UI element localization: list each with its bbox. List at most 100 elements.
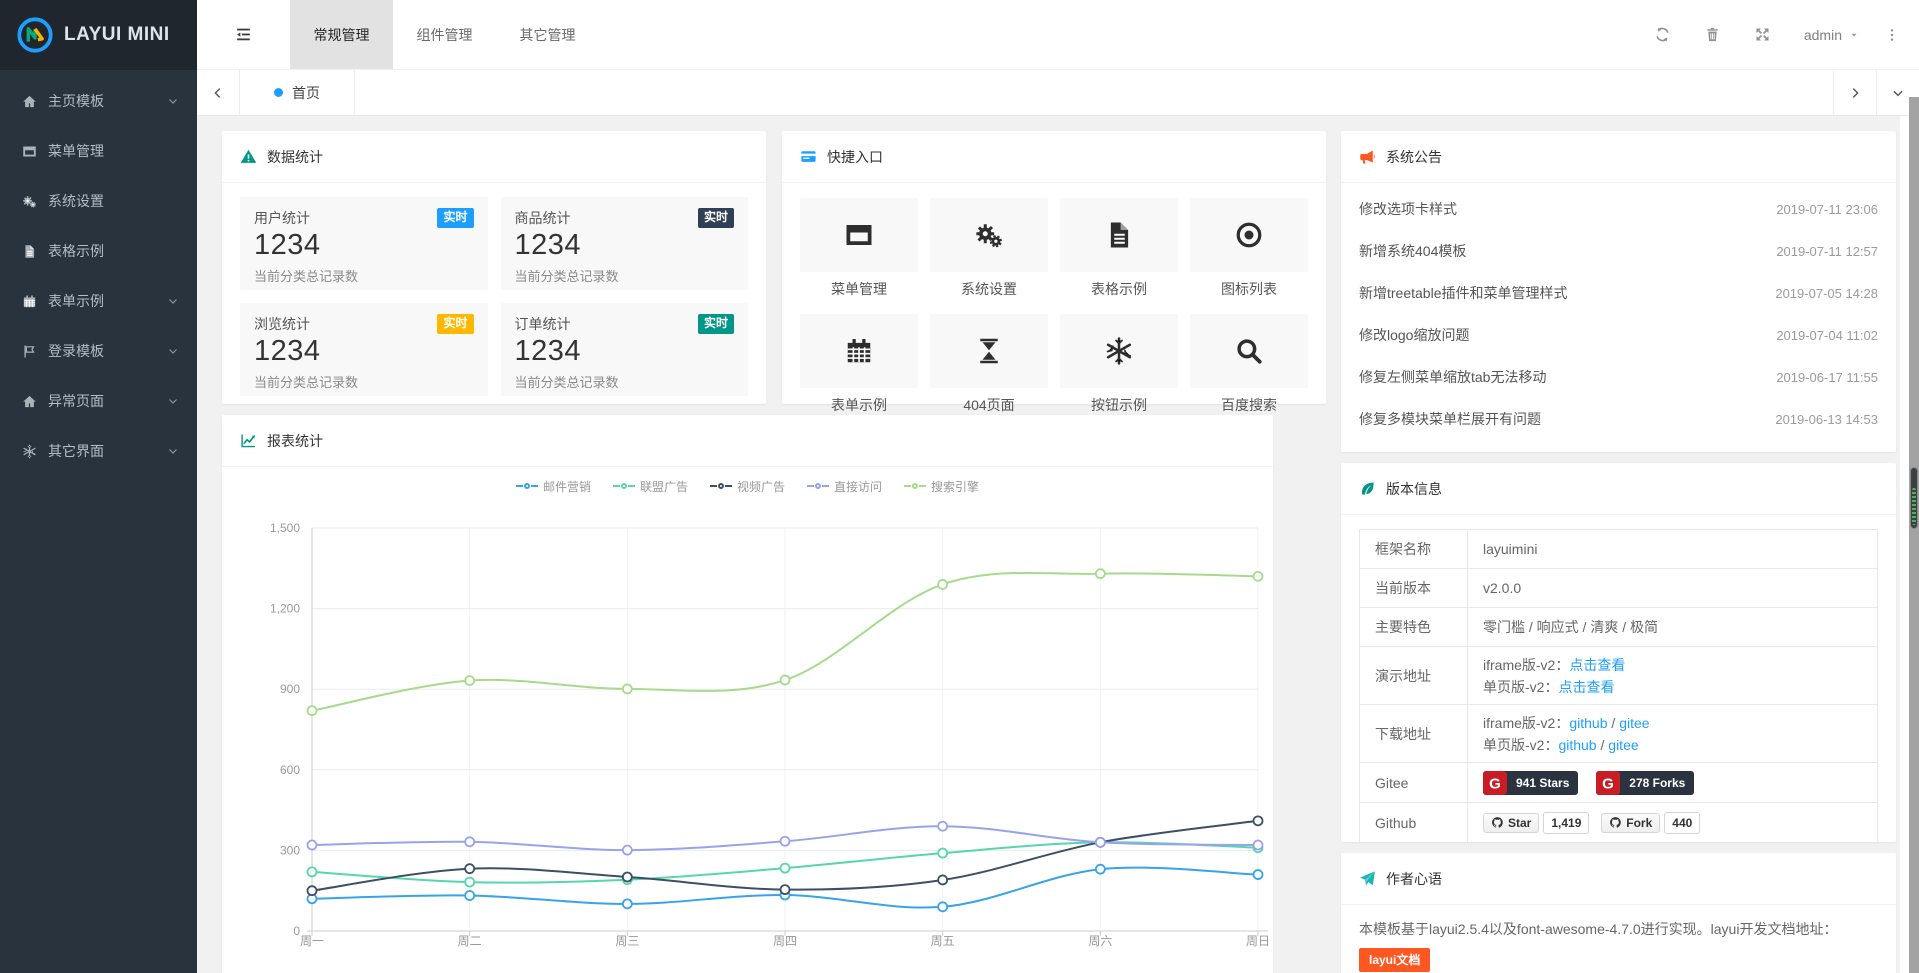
header-module-tab[interactable]: 常规管理 [290,0,393,69]
quick-entry-item[interactable]: 404页面 [930,314,1048,415]
legend-item[interactable]: 视频广告 [710,478,785,495]
layui-doc-badge[interactable]: layui文档 [1359,948,1430,972]
legend-item[interactable]: 邮件营销 [516,478,591,495]
sidebar-item-icon [22,444,37,459]
stat-card-value: 1234 [254,335,474,368]
gitee-stars-badge[interactable]: 941 Stars [1483,771,1578,795]
github-fork-button[interactable]: Fork [1601,813,1660,833]
legend-item[interactable]: 联盟广告 [613,478,688,495]
stat-card-label: 订单统计 [515,314,571,334]
quick-entry-icon [844,336,874,366]
refresh-button[interactable] [1638,0,1688,69]
scrollbar-gutter [1900,116,1909,973]
quick-entry-label: 按钮示例 [1060,395,1178,415]
realtime-badge: 实时 [437,208,473,228]
demo-spa-link[interactable]: 点击查看 [1558,679,1614,695]
svg-text:周三: 周三 [615,934,639,948]
quick-entry-item[interactable]: 按钮示例 [1060,314,1178,415]
legend-item[interactable]: 直接访问 [807,478,882,495]
download-github-link[interactable]: github [1569,715,1607,731]
download-gitee-link[interactable]: gitee [1608,737,1638,753]
chevron-left-icon [211,86,225,100]
user-dropdown[interactable]: admin [1788,0,1875,69]
header-tab-label: 常规管理 [314,25,370,45]
announcement-date: 2019-06-13 14:53 [1775,412,1878,427]
quick-entry-item[interactable]: 系统设置 [930,198,1048,299]
version-row-label: 演示地址 [1360,647,1468,705]
quick-entry-item[interactable]: 图标列表 [1190,198,1308,299]
sidebar-item[interactable]: 其它界面 [0,426,197,476]
github-star-button[interactable]: Star [1483,813,1539,833]
panel-title: 报表统计 [267,431,323,451]
trash-icon [1704,26,1721,43]
svg-text:周二: 周二 [458,934,482,948]
panel-title: 数据统计 [267,147,323,167]
gitee-forks-count: 278 Forks [1620,776,1694,790]
sidebar-item[interactable]: 表格示例 [0,226,197,276]
quick-entry-item[interactable]: 菜单管理 [800,198,918,299]
announcement-row[interactable]: 修复多模块菜单栏展开有问题 2019-06-13 14:53 [1359,398,1878,440]
sidebar-item[interactable]: 表单示例 [0,276,197,326]
announcement-row[interactable]: 新增treetable插件和菜单管理样式 2019-07-05 14:28 [1359,272,1878,314]
stat-card: 浏览统计 实时 1234 当前分类总记录数 [240,303,488,396]
tabs-scroll-right-button[interactable] [1833,70,1876,115]
collapse-sidebar-button[interactable] [197,0,290,69]
sidebar-item[interactable]: 菜单管理 [0,126,197,176]
logo[interactable]: LAYUI MINI [0,0,197,70]
legend-label: 邮件营销 [543,478,591,495]
github-star-count[interactable]: 1,419 [1543,812,1589,834]
chart-legend: 邮件营销 联盟广告 视频广告 [222,476,1273,496]
sidebar-item[interactable]: 异常页面 [0,376,197,426]
quick-entry-item[interactable]: 百度搜索 [1190,314,1308,415]
quick-entry-icon [1234,336,1264,366]
clear-cache-button[interactable] [1688,0,1738,69]
version-row-label: Github [1360,803,1468,843]
sidebar-item[interactable]: 登录模板 [0,326,197,376]
svg-text:周六: 周六 [1088,934,1112,948]
paper-plane-icon [1359,870,1376,887]
github-icon [1609,816,1622,829]
realtime-badge: 实时 [698,314,734,334]
svg-text:周一: 周一 [300,934,324,948]
sidebar-item[interactable]: 系统设置 [0,176,197,226]
github-fork-count[interactable]: 440 [1664,812,1700,834]
download-github-link[interactable]: github [1558,737,1596,753]
gitee-forks-badge[interactable]: 278 Forks [1596,771,1694,795]
announcement-row[interactable]: 修复左侧菜单缩放tab无法移动 2019-06-17 11:55 [1359,356,1878,398]
announcement-list: 修改选项卡样式 2019-07-11 23:06 新增系统404模板 2019-… [1341,183,1896,440]
legend-item[interactable]: 搜索引擎 [904,478,979,495]
version-title-bar: 版本信息 [1341,463,1896,515]
quick-entry-label: 表格示例 [1060,279,1178,299]
announcement-date: 2019-07-11 23:06 [1776,202,1878,217]
chevron-down-icon [1891,86,1905,100]
announcement-row[interactable]: 修改选项卡样式 2019-07-11 23:06 [1359,188,1878,230]
quick-entry-item[interactable]: 表格示例 [1060,198,1178,299]
stat-card-value: 1234 [515,229,735,262]
fullscreen-button[interactable] [1738,0,1788,69]
stat-cards: 用户统计 实时 1234 当前分类总记录数 商品统计 [222,183,766,410]
quick-entry-item[interactable]: 表单示例 [800,314,918,415]
tab-home[interactable]: 首页 [240,70,355,115]
header-module-tab[interactable]: 其它管理 [496,0,599,69]
table-row: 下载地址 iframe版-v2：github / gitee 单页版-v2：gi… [1360,705,1878,763]
author-line1: 本模板基于layui2.5.4以及font-awesome-4.7.0进行实现。… [1359,921,1837,937]
sidebar-item-label: 主页模板 [48,91,104,111]
sidebar-item-icon [22,94,37,109]
scrollbar-thumb[interactable] [1910,467,1918,529]
content-right-column: 系统公告 修改选项卡样式 2019-07-11 23:06 新增系统404模板 [1341,131,1896,973]
sidebar-item[interactable]: 主页模板 [0,76,197,126]
announcement-row[interactable]: 新增系统404模板 2019-07-11 12:57 [1359,230,1878,272]
announcement-row[interactable]: 修改logo缩放问题 2019-07-04 11:02 [1359,314,1878,356]
more-menu-button[interactable] [1875,0,1909,69]
author-panel: 作者心语 本模板基于layui2.5.4以及font-awesome-4.7.0… [1341,853,1896,973]
download-line-prefix: iframe版-v2： [1483,715,1569,731]
header-module-tab[interactable]: 组件管理 [393,0,496,69]
tabs-scroll-left-button[interactable] [197,70,240,115]
legend-marker [516,483,538,489]
download-gitee-link[interactable]: gitee [1619,715,1649,731]
legend-label: 搜索引擎 [931,478,979,495]
quick-entry-label: 图标列表 [1190,279,1308,299]
chevron-down-icon [167,395,179,407]
demo-iframe-link[interactable]: 点击查看 [1569,657,1625,673]
scrollbar-track[interactable] [1909,97,1919,973]
